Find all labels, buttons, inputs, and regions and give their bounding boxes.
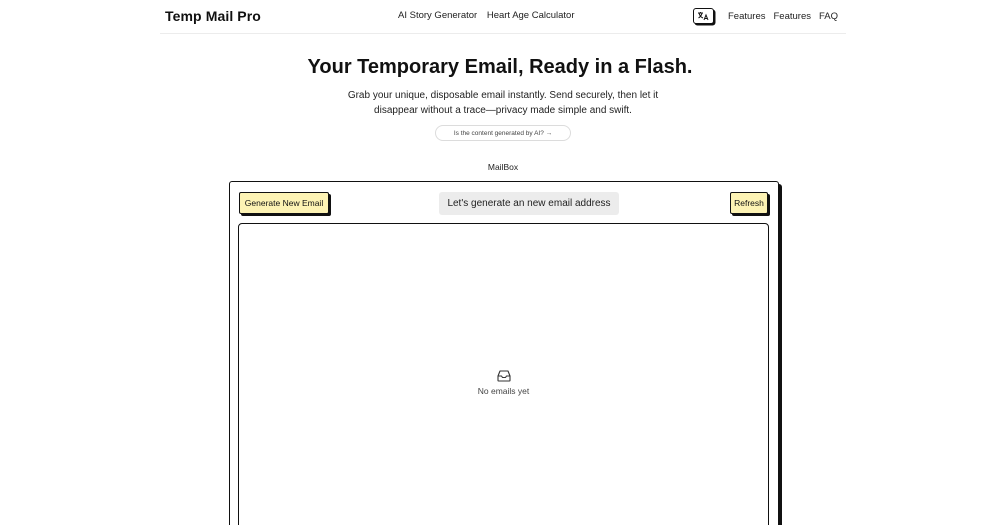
mailbox-card: Generate New Email Let's generate an new…: [229, 181, 779, 525]
inbox-panel: No emails yet: [238, 223, 769, 525]
nav-link-heart-age-calculator[interactable]: Heart Age Calculator: [487, 10, 575, 21]
language-button[interactable]: [692, 8, 714, 24]
nav-right-links: Features Features FAQ: [692, 6, 838, 26]
hero-title: Your Temporary Email, Ready in a Flash.: [307, 56, 693, 78]
nav-link-faq[interactable]: FAQ: [819, 11, 838, 22]
brand-logo[interactable]: Temp Mail Pro: [165, 8, 261, 24]
top-navbar: Temp Mail Pro AI Story Generator Heart A…: [160, 0, 846, 34]
nav-center-links: AI Story Generator Heart Age Calculator: [398, 10, 582, 21]
nav-link-ai-story-generator[interactable]: AI Story Generator: [398, 10, 477, 21]
hero-subtitle: Grab your unique, disposable email insta…: [347, 90, 659, 116]
mailbox-label: MailBox: [487, 162, 519, 172]
translate-icon: [698, 12, 709, 21]
refresh-button[interactable]: Refresh: [730, 192, 768, 214]
nav-link-features-2[interactable]: Features: [773, 11, 811, 22]
empty-state: No emails yet: [239, 370, 768, 396]
empty-state-text: No emails yet: [477, 386, 530, 396]
generate-new-email-button[interactable]: Generate New Email: [239, 192, 329, 214]
nav-link-features-1[interactable]: Features: [728, 11, 766, 22]
email-address-display[interactable]: Let's generate an new email address: [439, 192, 619, 215]
ai-content-pill[interactable]: Is the content generated by AI? →: [435, 125, 571, 141]
inbox-icon: [496, 370, 511, 382]
